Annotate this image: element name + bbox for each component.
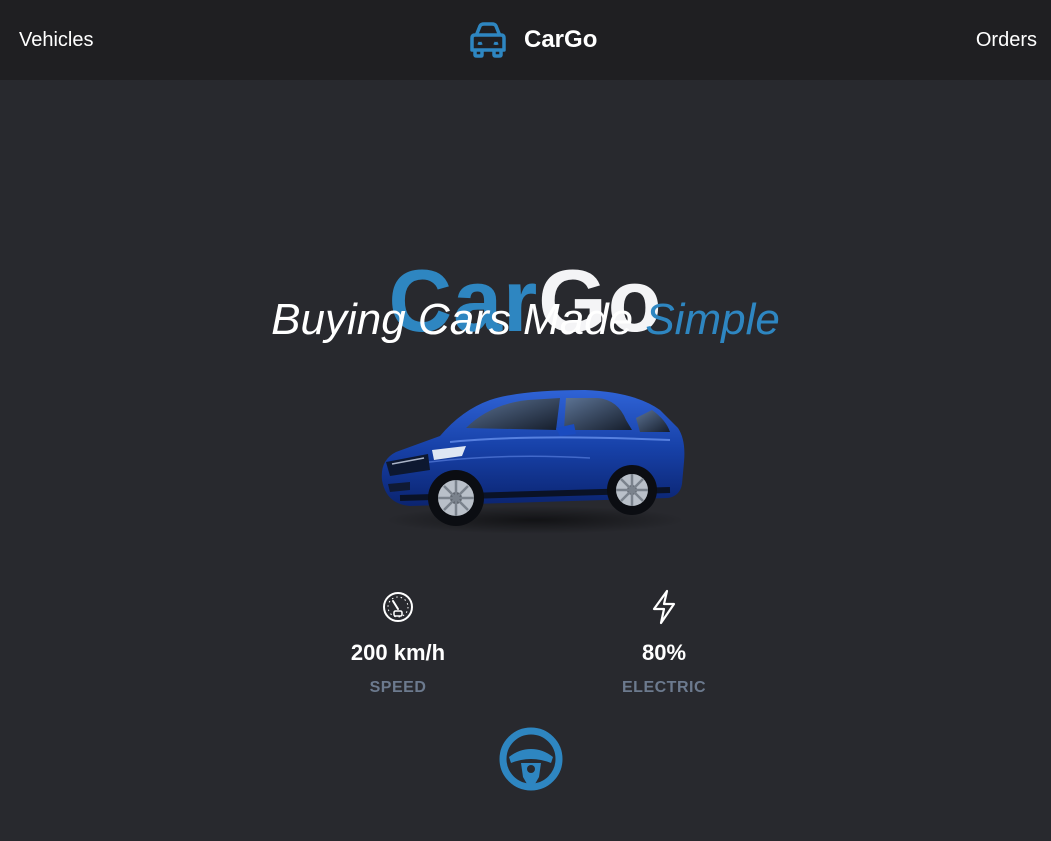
lightning-bolt-icon [652,589,676,625]
speed-label: SPEED [369,679,427,696]
tagline-accent: Simple [645,295,780,344]
brand-name: CarGo [524,26,598,53]
steering-wheel-button[interactable] [499,727,563,791]
speedometer-icon [383,592,413,622]
hero-tagline: Buying Cars Made Simple [0,294,1051,346]
car-front-icon [470,22,506,58]
tagline-main: Buying Cars Made [271,295,646,344]
stat-electric: 80% ELECTRIC [564,588,764,698]
nav-vehicles-link[interactable]: Vehicles [19,28,94,52]
brand-home-link[interactable]: CarGo [466,20,597,60]
stat-speed: 200 km/h SPEED [298,588,498,698]
electric-value: 80% [641,640,687,665]
blue-suv-image [381,390,685,534]
nav-orders-link[interactable]: Orders [976,28,1037,52]
steering-wheel-icon [499,727,563,791]
speed-value: 200 km/h [350,640,446,665]
electric-label: ELECTRIC [622,679,706,696]
top-nav-bar: Vehicles CarGo Orders [0,0,1051,80]
